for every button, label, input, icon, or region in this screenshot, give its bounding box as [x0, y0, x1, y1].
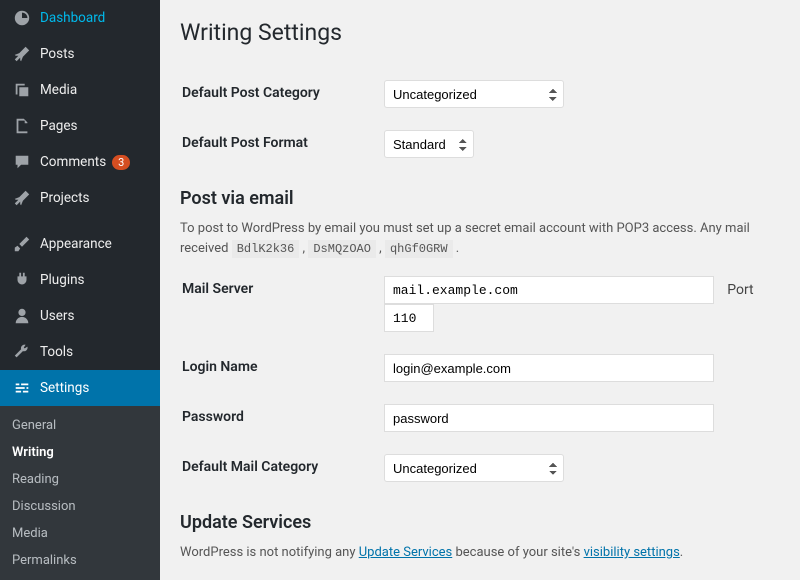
- plug-icon: [12, 270, 32, 290]
- dashboard-icon: [12, 8, 32, 28]
- user-icon: [12, 306, 32, 326]
- comment-icon: [12, 152, 32, 172]
- default-mail-category-select[interactable]: Uncategorized: [384, 454, 564, 482]
- sidebar-label: Plugins: [40, 272, 85, 288]
- login-name-input[interactable]: [384, 354, 714, 382]
- comments-badge: 3: [112, 155, 130, 170]
- sidebar-item-comments[interactable]: Comments 3: [0, 144, 160, 180]
- password-input[interactable]: [384, 404, 714, 432]
- main-content: Writing Settings Default Post Category U…: [160, 0, 800, 562]
- sidebar-label: Users: [40, 308, 74, 324]
- submenu-permalinks[interactable]: Permalinks: [0, 547, 160, 574]
- pages-icon: [12, 116, 32, 136]
- default-post-format-label: Default Post Format: [182, 120, 382, 168]
- update-services-link[interactable]: Update Services: [359, 545, 453, 560]
- sidebar-label: Settings: [40, 380, 89, 396]
- wrench-icon: [12, 342, 32, 362]
- sidebar-item-appearance[interactable]: Appearance: [0, 226, 160, 262]
- submenu-general[interactable]: General: [0, 412, 160, 439]
- brush-icon: [12, 234, 32, 254]
- submenu-media[interactable]: Media: [0, 520, 160, 547]
- settings-submenu: General Writing Reading Discussion Media…: [0, 406, 160, 580]
- port-input[interactable]: [384, 304, 434, 332]
- post-via-email-heading: Post via email: [180, 188, 780, 209]
- sidebar-item-users[interactable]: Users: [0, 298, 160, 334]
- mail-server-label: Mail Server: [182, 266, 382, 342]
- port-label: Port: [727, 282, 753, 298]
- sidebar-label: Comments: [40, 154, 106, 170]
- login-name-label: Login Name: [182, 344, 382, 392]
- pin-icon: [12, 188, 32, 208]
- default-post-category-label: Default Post Category: [182, 70, 382, 118]
- post-via-email-desc: To post to WordPress by email you must s…: [180, 219, 780, 258]
- submenu-reading[interactable]: Reading: [0, 466, 160, 493]
- sidebar-item-settings[interactable]: Settings: [0, 370, 160, 406]
- sidebar-item-projects[interactable]: Projects: [0, 180, 160, 216]
- sliders-icon: [12, 378, 32, 398]
- sidebar-item-plugins[interactable]: Plugins: [0, 262, 160, 298]
- sidebar-label: Projects: [40, 190, 90, 206]
- update-services-desc: WordPress is not notifying any Update Se…: [180, 543, 780, 562]
- mail-server-input[interactable]: [384, 276, 714, 304]
- media-icon: [12, 80, 32, 100]
- admin-sidebar: Dashboard Posts Media Pages Comments 3 P…: [0, 0, 160, 562]
- visibility-settings-link[interactable]: visibility settings: [584, 545, 680, 560]
- sidebar-label: Appearance: [40, 236, 112, 252]
- default-post-category-select[interactable]: Uncategorized: [384, 80, 564, 108]
- page-title: Writing Settings: [180, 10, 780, 50]
- sidebar-item-media[interactable]: Media: [0, 72, 160, 108]
- sidebar-item-pages[interactable]: Pages: [0, 108, 160, 144]
- pin-icon: [12, 44, 32, 64]
- sidebar-label: Tools: [40, 344, 73, 360]
- submenu-discussion[interactable]: Discussion: [0, 493, 160, 520]
- sidebar-item-posts[interactable]: Posts: [0, 36, 160, 72]
- sidebar-label: Pages: [40, 118, 78, 134]
- sidebar-item-dashboard[interactable]: Dashboard: [0, 0, 160, 36]
- sidebar-item-tools[interactable]: Tools: [0, 334, 160, 370]
- default-mail-category-label: Default Mail Category: [182, 444, 382, 492]
- password-label: Password: [182, 394, 382, 442]
- sidebar-label: Posts: [40, 46, 74, 62]
- default-post-format-select[interactable]: Standard: [384, 130, 474, 158]
- submenu-writing[interactable]: Writing: [0, 439, 160, 466]
- update-services-heading: Update Services: [180, 512, 780, 533]
- sidebar-label: Media: [40, 82, 77, 98]
- sidebar-label: Dashboard: [40, 10, 105, 26]
